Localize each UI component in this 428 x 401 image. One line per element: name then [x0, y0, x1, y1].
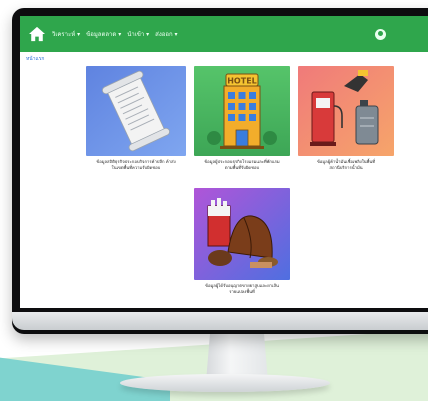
- nav-menu-4[interactable]: ส่งออก ▾: [155, 29, 177, 39]
- monitor-chin: [12, 312, 428, 330]
- nav-menu-3[interactable]: นำเข้า ▾: [127, 29, 149, 39]
- card-hotel[interactable]: HOTEL ข้อมูลผู้ประกอบธุรกิจโรงแรมและที่พ…: [194, 66, 290, 171]
- card-caption: ข้อมูลผู้ประกอบธุรกิจโรงแรมและที่พักแรม …: [204, 159, 280, 170]
- user-account-icon[interactable]: [375, 28, 386, 40]
- top-navbar: วิเคราะห์ ▾ ข้อมูลตลาด ▾ นำเข้า ▾ ส่งออก…: [20, 16, 428, 52]
- nav-menu-2[interactable]: ข้อมูลตลาด ▾: [86, 29, 121, 39]
- nav-menu-1[interactable]: วิเคราะห์ ▾: [52, 29, 80, 39]
- tobacco-icon: [194, 188, 290, 280]
- card-caption: ข้อมูลสถิติธุรกิจประกอบกิจการค้าปลีก ค้า…: [96, 159, 176, 170]
- home-icon[interactable]: [28, 26, 46, 42]
- fuel-pump-icon: [298, 66, 394, 156]
- card-retail-statistics[interactable]: ข้อมูลสถิติธุรกิจประกอบกิจการค้าปลีก ค้า…: [86, 66, 186, 171]
- card-caption: ข้อมูลผู้ค้าน้ำมันเชื้อเพลิงในพื้นที่ สถ…: [316, 159, 376, 170]
- screen: วิเคราะห์ ▾ ข้อมูลตลาด ▾ นำเข้า ▾ ส่งออก…: [20, 16, 428, 308]
- svg-text:HOTEL: HOTEL: [227, 77, 257, 86]
- card-fuel-station[interactable]: ข้อมูลผู้ค้าน้ำมันเชื้อเพลิงในพื้นที่ สถ…: [298, 66, 394, 171]
- breadcrumb[interactable]: หน้าแรก: [20, 52, 428, 66]
- card-tobacco[interactable]: ข้อมูลผู้ได้รับอนุญาตขายยาสูบและยาเส้น ร…: [194, 188, 290, 295]
- document-scroll-icon: [86, 66, 186, 156]
- card-caption: ข้อมูลผู้ได้รับอนุญาตขายยาสูบและยาเส้น ร…: [205, 283, 279, 294]
- monitor-stand-base: [120, 374, 330, 392]
- hotel-icon: HOTEL: [194, 66, 290, 156]
